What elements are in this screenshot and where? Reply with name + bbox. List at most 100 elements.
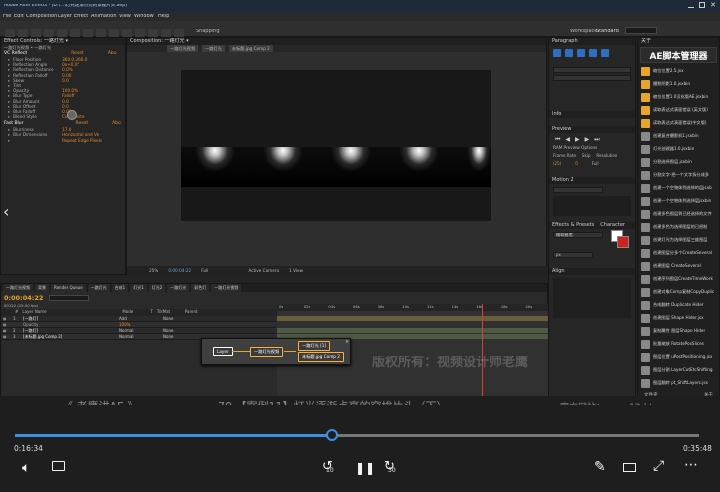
search-help-input[interactable] <box>625 27 657 34</box>
timeline-tab[interactable]: 一路灯光视频 <box>3 284 33 292</box>
script-item[interactable]: 缩位位置1.0汉化版AE.jsxbin <box>638 91 719 104</box>
indent-field[interactable] <box>553 67 631 73</box>
layer-mode[interactable]: 100% <box>119 322 159 327</box>
twirl-arrow-icon[interactable]: ▸ <box>8 138 10 143</box>
minimize-icon[interactable] <box>688 2 694 8</box>
script-item[interactable]: 创建图层 Shape Hider.jsx <box>638 312 719 325</box>
motion-graph[interactable] <box>553 196 631 217</box>
close-icon[interactable]: ✕ <box>710 2 716 9</box>
views-select[interactable]: 1 View <box>289 268 303 273</box>
script-item[interactable]: 批量缩放 RotatePosSlices <box>638 338 719 351</box>
motion-select[interactable] <box>553 187 603 194</box>
layer-mode[interactable]: Add <box>119 316 159 321</box>
property-value[interactable]: 0.0 <box>62 78 69 83</box>
script-item[interactable]: 分割选择图层.jsxbin <box>638 156 719 169</box>
about-link[interactable]: Abo <box>108 51 117 57</box>
flow-node[interactable]: 一路灯光视频 <box>250 347 284 357</box>
script-item[interactable]: 合成翻转 Duplicate Hider <box>638 299 719 312</box>
layer-parent[interactable] <box>163 322 193 327</box>
timeline-tab[interactable]: 一路灯光视频 <box>211 284 242 292</box>
script-item[interactable]: 图层位置 uPostPositioning.jsx <box>638 351 719 364</box>
camera-select[interactable]: Active Camera <box>248 268 279 273</box>
paragraph-tab[interactable]: Paragraph <box>549 38 635 45</box>
volume-icon[interactable]: 🔈︎ <box>22 461 30 475</box>
twirl-arrow-icon[interactable]: ▸ <box>8 114 10 119</box>
layer-visibility-icon[interactable]: ● <box>3 328 9 333</box>
property-value[interactable]: Repeat Edge Pixels <box>62 138 102 143</box>
layer-visibility-icon[interactable]: ● <box>3 316 9 321</box>
workspace-select[interactable]: Standard <box>596 29 619 34</box>
align-tab[interactable]: Align <box>549 268 635 276</box>
angle-dial[interactable] <box>67 110 77 120</box>
layer-visibility-icon[interactable]: ● <box>3 322 9 327</box>
font-family-select[interactable]: 微软雅黑 <box>553 232 603 239</box>
subtitles-icon[interactable] <box>52 461 65 471</box>
resolution-select[interactable]: Full <box>201 268 208 273</box>
layer-name[interactable]: Opacity <box>23 322 115 327</box>
space-field[interactable] <box>553 75 631 81</box>
info-tab[interactable]: Info <box>549 111 635 118</box>
first-frame-icon[interactable]: ⏮ <box>555 136 560 143</box>
maximize-icon[interactable] <box>699 2 705 8</box>
motion-tab[interactable]: Motion 2 <box>549 177 635 185</box>
align-left-icon[interactable] <box>553 49 561 57</box>
script-item[interactable]: 创建序列图层CreateTimeWork <box>638 273 719 286</box>
stroke-color-swatch[interactable] <box>617 236 629 248</box>
menu-edit[interactable]: Edit <box>14 14 24 19</box>
reset-link[interactable]: Reset <box>76 121 89 127</box>
timeline-tab[interactable]: 灯光1 <box>130 284 147 292</box>
script-item[interactable]: 创建灯光为选择图层三维图层 <box>638 234 719 247</box>
layer-parent[interactable]: None <box>163 316 193 321</box>
effect-controls-tab[interactable]: Effect Controls: 一路灯光 ▾ <box>1 38 125 45</box>
script-item[interactable]: 摄影阴影1.0.jsxbin <box>638 78 719 91</box>
breadcrumb-item[interactable]: 未标题.jpg Comp 2 <box>228 45 273 52</box>
composition-tab[interactable]: Composition: 一路灯光 ▾ <box>127 38 546 45</box>
menu-animation[interactable]: Animation <box>91 14 117 19</box>
font-size-field[interactable]: px <box>553 252 593 259</box>
menu-file[interactable]: File <box>3 14 11 19</box>
current-time-indicator[interactable] <box>482 304 483 404</box>
justify-icon[interactable] <box>589 49 597 57</box>
play-icon[interactable]: ▶ <box>575 136 580 143</box>
breadcrumb-item[interactable]: 一路灯光视频 <box>167 45 199 52</box>
zoom-select[interactable]: 25% <box>149 268 158 273</box>
layer-parent[interactable]: None <box>163 328 193 333</box>
flow-node[interactable]: 未标题.jpg Comp 2 <box>298 352 344 362</box>
menu-help[interactable]: Help <box>158 14 169 19</box>
script-item[interactable]: 创建复合摄影机1.jsxbin <box>638 130 719 143</box>
layer-visibility-icon[interactable]: ● <box>3 334 9 339</box>
timeline-tab[interactable]: 一路灯光 <box>167 284 190 292</box>
menu-window[interactable]: Window <box>134 14 154 19</box>
snapping-label[interactable]: Snapping <box>196 29 220 34</box>
menu-layer[interactable]: Layer <box>58 14 72 19</box>
timeline-tab[interactable]: 彩色灯 <box>191 284 210 292</box>
script-item[interactable]: 灯光创建器1.0.jsxbin <box>638 143 719 156</box>
timeline-tab[interactable]: 背景 <box>35 284 49 292</box>
script-item[interactable]: 图层翻转 pt_ShiftLayers.jsx <box>638 377 719 390</box>
script-item[interactable]: 读取表达式表面错误 (英文版) <box>638 104 719 117</box>
script-item[interactable]: 分割文字-把一个文字拆分成多 <box>638 169 719 182</box>
menu-effect[interactable]: Effect <box>74 14 88 19</box>
fullscreen-icon[interactable]: ⤢ <box>653 459 664 473</box>
next-frame-icon[interactable]: ▶ <box>585 136 590 143</box>
script-item[interactable]: 创建图层 CreateSeveral <box>638 260 719 273</box>
script-item[interactable]: 图层分割 LayerCutEtcShifting <box>638 364 719 377</box>
menu-view[interactable]: View <box>119 14 131 19</box>
script-item[interactable]: 缩位位置2.5.jsx <box>638 65 719 78</box>
prev-frame-icon[interactable]: ◀ <box>565 136 570 143</box>
resolution-select[interactable]: Full <box>592 161 599 166</box>
layer-name[interactable]: [一路灯] <box>23 316 115 321</box>
time-ruler[interactable]: 0s 02s 04s 06s 08s 10s 12s 14s 16s 18s 20s <box>277 304 548 311</box>
layer-search-input[interactable] <box>49 295 90 301</box>
skip-field[interactable]: 0 <box>575 161 578 166</box>
script-item[interactable]: 复制属性 图层Shape Hider <box>638 325 719 338</box>
preview-tab[interactable]: Preview <box>549 126 635 133</box>
timecode-display[interactable]: 0:00:04:22 <box>168 268 191 273</box>
frame-rate-select[interactable]: (25) <box>553 161 561 166</box>
effects-presets-tab[interactable]: Effects & Presets <box>552 223 594 228</box>
script-item[interactable]: 创建图层分多个CreateSeveral <box>638 247 719 260</box>
timeline-tab[interactable]: 一路灯光 <box>87 284 110 292</box>
flow-node[interactable]: Layer <box>213 347 233 356</box>
miniplayer-icon[interactable] <box>623 463 636 472</box>
script-manager-tab[interactable]: 关于 <box>638 38 719 45</box>
